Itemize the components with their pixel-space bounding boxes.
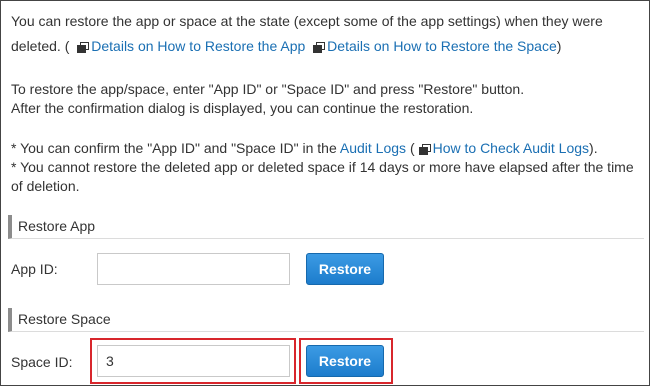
check-audit-logs-link[interactable]: How to Check Audit Logs [415,140,589,156]
note-1-mid: ( [409,140,415,156]
restore-space-header: Restore Space [8,308,644,332]
note-1-suffix: ). [589,140,598,156]
intro-line-1: You can restore the app or space at the … [11,11,603,32]
app-id-input[interactable] [97,253,290,285]
note-2-line-2: of deletion. [11,176,80,197]
app-id-label: App ID: [11,261,58,277]
note-1: * You can confirm the "App ID" and "Spac… [11,138,598,159]
restore-space-details-label: Details on How to Restore the Space [327,38,557,54]
restore-space-details-link[interactable]: Details on How to Restore the Space [309,38,557,54]
intro-line-2: deleted. ( Details on How to Restore the… [11,36,561,57]
space-id-label: Space ID: [11,354,73,370]
restore-page: You can restore the app or space at the … [0,0,650,386]
restore-app-details-label: Details on How to Restore the App [91,38,306,54]
instructions-text-1: To restore the app/space, enter "App ID"… [11,81,525,97]
note-2-text-1: * You cannot restore the deleted app or … [11,159,634,175]
audit-logs-link[interactable]: Audit Logs [340,140,406,156]
space-id-input[interactable] [97,345,290,377]
restore-space-button[interactable]: Restore [306,345,384,377]
note-2-text-2: of deletion. [11,178,80,194]
intro-suffix: ) [556,38,562,54]
note-1-prefix: * You can confirm the "App ID" and "Spac… [11,140,337,156]
new-window-icon [77,42,90,53]
instructions-line-2: After the confirmation dialog is display… [11,98,473,119]
new-window-icon [313,42,326,53]
restore-app-button[interactable]: Restore [306,253,384,285]
restore-app-header: Restore App [8,215,644,239]
instructions-text-2: After the confirmation dialog is display… [11,100,474,116]
instructions-line-1: To restore the app/space, enter "App ID"… [11,79,524,100]
intro-text: You can restore the app or space at the … [11,13,603,29]
new-window-icon [418,144,431,155]
check-audit-logs-label: How to Check Audit Logs [432,140,590,156]
restore-app-details-link[interactable]: Details on How to Restore the App [73,38,305,54]
note-2-line-1: * You cannot restore the deleted app or … [11,157,634,178]
intro-prefix: deleted. ( [11,38,70,54]
